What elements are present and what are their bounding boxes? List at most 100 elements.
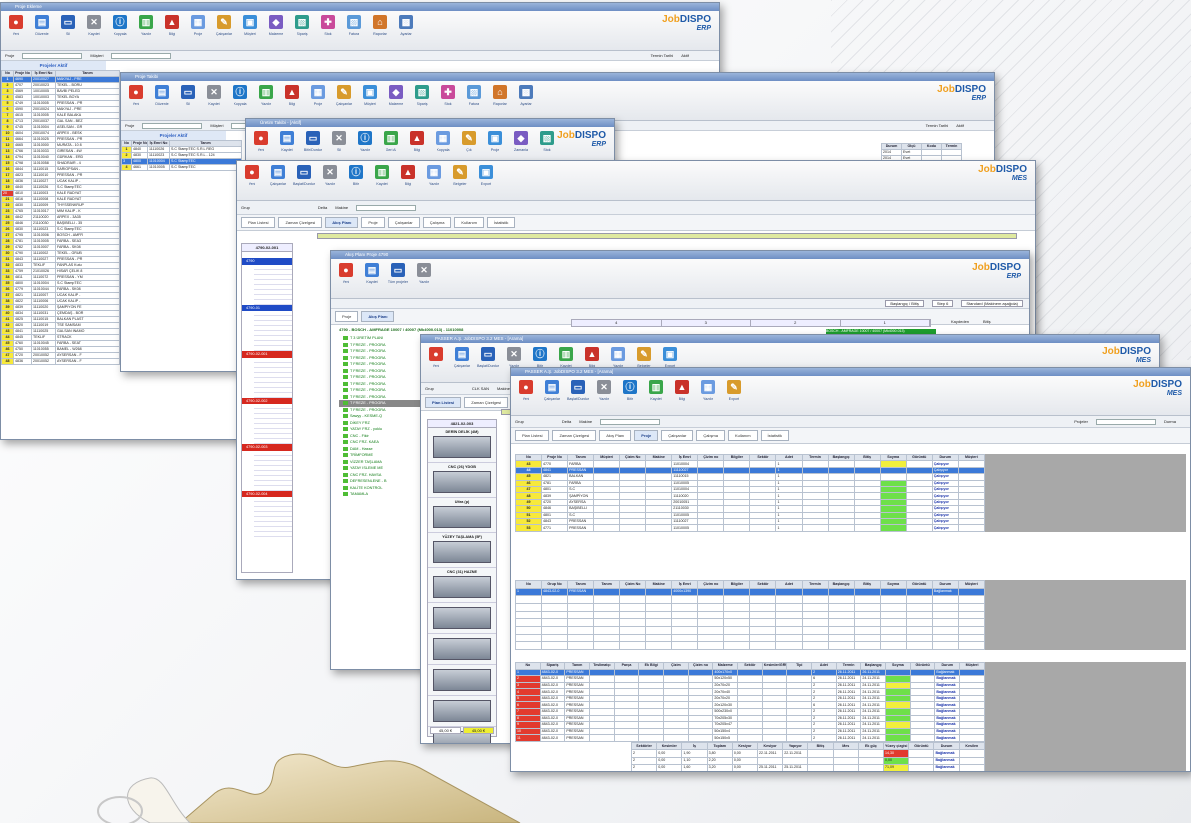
project-filter-input[interactable] [22, 52, 83, 59]
toolbar-button[interactable]: ▲ Bilgi [161, 15, 183, 36]
column-header[interactable]: Başlangıç [860, 662, 887, 670]
tab-0[interactable]: Plan Listesi [241, 217, 276, 228]
column-header[interactable]: Grup No [541, 580, 569, 589]
toolbar-button[interactable]: ▭ Başlat/Durdur [293, 165, 315, 186]
column-header[interactable]: Makine [645, 580, 673, 589]
toolbar-button[interactable]: ▭ Başlat/Durdur [477, 347, 499, 368]
toolbar-button[interactable]: ⓘ Kopyala [229, 85, 251, 106]
toolbar-button[interactable]: ⓘ Bitir [345, 165, 367, 186]
column-header[interactable]: Başlangıç [827, 580, 855, 589]
toolbar-button[interactable]: ▭ Sil [177, 85, 199, 106]
table-row[interactable]: 2 0,00 1,60 3,20 0,00 25.11.2011 25.11.2011 71,… [630, 763, 986, 771]
toolbar-button[interactable]: ▧ Sipariş [411, 85, 433, 106]
toolbar-button[interactable]: ● Yeni [425, 347, 447, 368]
toolbar-button[interactable]: ◆ Malzeme [265, 15, 287, 36]
column-header[interactable]: Kesiyor [757, 741, 784, 751]
toolbar-button[interactable]: ▲ Bilgi [406, 131, 428, 152]
machine-input[interactable] [356, 204, 417, 211]
toolbar-button[interactable]: ▦ Yazdır [607, 347, 629, 368]
column-header[interactable]: Durum [934, 662, 961, 670]
column-header[interactable]: Bitiş [807, 741, 834, 751]
column-header[interactable]: Teslimatçı [589, 662, 615, 670]
tab-1[interactable]: Zaman Çizelgesi [552, 430, 597, 441]
column-header[interactable]: İş Emri [671, 580, 699, 589]
toolbar-button[interactable]: ⓘ Bitir [619, 380, 641, 401]
group-value[interactable]: Delta [318, 205, 327, 210]
column-header[interactable]: Bitiş [853, 580, 881, 589]
column-header[interactable]: İş Emri No [31, 70, 56, 77]
toolbar-button[interactable]: ✕ Sil [328, 131, 350, 152]
toolbar-button[interactable]: ✎ Belgeler [449, 165, 471, 186]
toolbar-button[interactable]: ▥ Kaydet [555, 347, 577, 368]
column-header[interactable]: Mes [832, 741, 859, 751]
standard-select[interactable]: Standard (Makinem aşağıda) [961, 300, 1023, 307]
machine-item[interactable]: CNC (31) HAZNE [428, 568, 496, 603]
stop-select[interactable]: Durma [1164, 419, 1176, 424]
column-header[interactable]: Soyma [879, 580, 907, 589]
toolbar-button[interactable]: ⓘ Yazdır [354, 131, 376, 152]
column-header[interactable]: Adet [775, 580, 803, 589]
toolbar-button[interactable]: ● Yeni [335, 263, 357, 284]
column-header[interactable]: Kesilen [958, 741, 986, 751]
column-header[interactable]: Durum [933, 741, 960, 751]
table-row[interactable]: 1 4843-02-0 PRESSAN 4000x1390 Bağlanmak [514, 587, 986, 597]
table-row[interactable]: 53 4771 PRESSAN 11010005 1 Çalışıyor [514, 524, 986, 532]
table-row[interactable]: 2 4843-02-0 PRESSAN 50x120x50 6 26.11.2011 24.… [515, 675, 985, 683]
column-header[interactable]: Tipi [786, 662, 813, 670]
tab-2[interactable]: Akış Planı [599, 430, 632, 441]
table-row[interactable]: 2 0,00 1,10 2,20 0,00 0,00 Bağlanmak [630, 756, 986, 765]
column-header[interactable]: Toplam [706, 741, 733, 751]
toolbar-button[interactable]: ▣ Export [475, 165, 497, 186]
group-value[interactable]: Delta [562, 419, 571, 424]
table-row[interactable]: 8 4843-02-0 PRESSAN 70x205x30 2 26.11.2011 24.… [515, 714, 985, 723]
toolbar-button[interactable]: ✕ Kaydet [203, 85, 225, 106]
machine-item[interactable]: CNC (26) YDGB [428, 463, 496, 498]
table-row[interactable]: 1 4843-02-0 PRESSAN 400x170x0 2 26.11.2011 26.… [515, 668, 985, 677]
toolbar-button[interactable]: ▭ Sil [57, 15, 79, 36]
toolbar-button[interactable]: ▦ Proje [187, 15, 209, 36]
tab-0[interactable]: Plan Listesi [425, 397, 462, 408]
toolbar-button[interactable]: ▩ Ayarlar [515, 85, 537, 106]
toolbar-button[interactable]: ✕ Yazdır [413, 263, 435, 284]
table-row[interactable]: 48 4836 20010052 AYSERSAN - F [1, 358, 120, 365]
active-filter-label[interactable]: Aktif [681, 53, 689, 58]
toolbar-button[interactable]: ◆ Zamanla [510, 131, 532, 152]
toolbar-button[interactable]: ▧ Sipariş [291, 15, 313, 36]
column-header[interactable]: Yapıyor [782, 741, 809, 751]
toolbar-button[interactable]: ✎ Çık [458, 131, 480, 152]
table-row[interactable]: 6 4843-02-0 PRESSAN 20x120x30 6 26.11.2011 24.… [515, 701, 985, 710]
table-row[interactable]: 11 4843-02-0 PRESSAN 50x150x5 2 26.11.2011 24.… [515, 734, 985, 742]
projects-input[interactable] [1095, 418, 1156, 425]
toolbar-button[interactable]: ✎ Çalışanlar [333, 85, 355, 106]
column-header[interactable]: Ek Bilgi [638, 662, 665, 670]
toolbar-button[interactable]: ▤ Çalışanlar [267, 165, 289, 186]
toolbar-button[interactable]: ▦ Proje [307, 85, 329, 106]
toolbar-button[interactable]: ✚ Stok [437, 85, 459, 106]
toolbar-button[interactable]: ⓘ Kopyala [109, 15, 131, 36]
table-row[interactable]: 3 4843-02-0 PRESSAN 20x70x20 2 26.11.2011 24.1… [515, 681, 985, 690]
toolbar-button[interactable]: ◆ Malzeme [385, 85, 407, 106]
tab-2[interactable]: Akış Planı [325, 217, 359, 228]
table-row[interactable]: 10 4843-02-0 PRESSAN 50x150x4 2 26.11.2011 24.… [515, 727, 985, 736]
column-header[interactable]: Tanım [564, 662, 591, 670]
column-header[interactable]: Kesimler/GRUP [761, 662, 788, 670]
toolbar-button[interactable]: ▥ Kaydet [645, 380, 667, 401]
mode-select[interactable]: Başlangıç / Bitiş [885, 300, 924, 307]
toolbar-button[interactable]: ▩ Ayarlar [395, 15, 417, 36]
toolbar-button[interactable]: ▨ Fatura [343, 15, 365, 36]
step-select[interactable]: Step 6 [931, 300, 954, 307]
project-filter-input[interactable] [142, 122, 203, 129]
machine-item[interactable]: Ultra (p) [428, 498, 496, 533]
column-header[interactable]: Çizim no [687, 662, 714, 670]
table-row[interactable]: 2 0,00 1,90 3,80 0,00 22.11.2011 22.11.2011 14,… [630, 749, 986, 758]
toolbar-button[interactable]: ▥ Geri Al [380, 131, 402, 152]
column-header[interactable]: Tanım [567, 580, 595, 589]
column-header[interactable]: Proje No [13, 70, 32, 77]
toolbar-button[interactable]: ▣ Müşteri [239, 15, 261, 36]
tree-node[interactable]: TAMAMLA [339, 491, 429, 498]
toolbar-button[interactable]: ▤ Çalışanlar [451, 347, 473, 368]
toolbar-button[interactable]: ▤ Düzenle [31, 15, 53, 36]
toolbar-button[interactable]: ✎ Export [723, 380, 745, 401]
machine-item[interactable] [428, 634, 496, 665]
customer-filter-input[interactable] [111, 52, 172, 59]
